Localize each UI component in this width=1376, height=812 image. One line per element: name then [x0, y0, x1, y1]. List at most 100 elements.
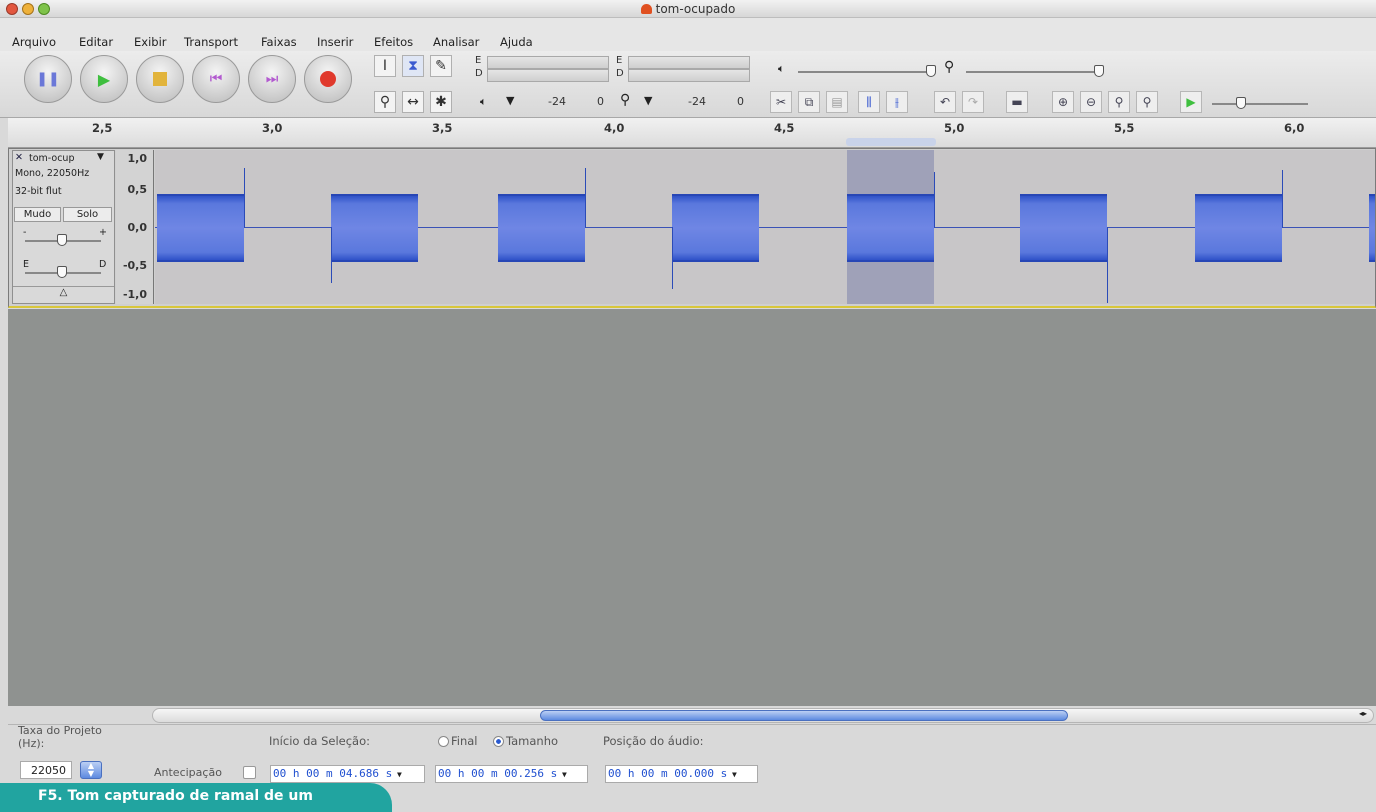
waveform-spike — [1282, 170, 1283, 228]
speaker-icon: 🔈︎ — [480, 95, 487, 108]
play-at-speed-button[interactable]: ▶ — [1180, 91, 1202, 113]
menu-arquivo[interactable]: Arquivo — [12, 35, 56, 49]
ruler-label: 6,0 — [1284, 121, 1305, 135]
input-volume-slider[interactable] — [966, 71, 1102, 73]
menu-faixas[interactable]: Faixas — [261, 35, 297, 49]
track-format: Mono, 22050Hz — [15, 168, 90, 179]
project-rate-input[interactable]: 22050 — [20, 761, 72, 779]
sync-lock-icon: ▬ — [1011, 95, 1023, 109]
menu-inserir[interactable]: Inserir — [317, 35, 353, 49]
microphone-icon: ⚲ — [620, 92, 631, 108]
zoom-tool[interactable]: ⚲ — [374, 91, 396, 113]
length-radio-label: Tamanho — [506, 734, 559, 748]
arrows-horizontal-icon: ↔ — [407, 94, 419, 110]
selection-length-value: 00 h 00 m 00.256 s — [438, 767, 558, 780]
gain-minus-label: - — [23, 227, 27, 238]
gain-knob[interactable] — [57, 234, 67, 246]
menu-editar[interactable]: Editar — [79, 35, 113, 49]
playback-meter-dropdown[interactable]: ▼ — [506, 94, 514, 107]
timeline-ruler[interactable]: 2,5 3,0 3,5 4,0 4,5 5,0 5,5 6,0 — [8, 118, 1376, 148]
amplitude-scale: 1,0 0,5 0,0 -0,5 -1,0 — [116, 150, 154, 304]
record-meter-dropdown[interactable]: ▼ — [644, 94, 652, 107]
menu-analisar[interactable]: Analisar — [433, 35, 479, 49]
pause-button[interactable]: ❚❚ — [24, 55, 72, 103]
asterisk-icon: ✱ — [435, 94, 447, 110]
draw-tool[interactable]: ✎ — [430, 55, 452, 77]
menu-ajuda[interactable]: Ajuda — [500, 35, 533, 49]
skip-start-button[interactable]: ⏮ — [192, 55, 240, 103]
playback-meter-right — [487, 69, 609, 82]
skip-end-button[interactable]: ⏭ — [248, 55, 296, 103]
project-rate-label: Taxa do Projeto (Hz): — [18, 724, 102, 750]
selection-start-field[interactable]: 00 h 00 m 04.686 s ▼ — [270, 765, 425, 783]
menu-transport[interactable]: Transport — [184, 35, 238, 49]
collapse-track-button[interactable]: △ — [13, 286, 114, 303]
project-rate-dropdown[interactable]: ▲ ▼ — [80, 761, 102, 779]
scroll-arrows-icon[interactable]: ◂▸ — [1359, 709, 1367, 718]
envelope-tool[interactable]: ⧗ — [402, 55, 424, 77]
end-radio[interactable]: Final — [438, 734, 478, 748]
selection-tool[interactable]: I — [374, 55, 396, 77]
horizontal-scrollbar[interactable]: ◂▸ — [152, 708, 1374, 723]
toolbars: ❚❚ ▶ ⏮ ⏭ I ⧗ ✎ ⚲ ↔ ✱ E D E D 🔈︎ ▼ -24 0 … — [0, 51, 1376, 118]
timeshift-tool[interactable]: ↔ — [402, 91, 424, 113]
waveform-area[interactable] — [155, 150, 1375, 304]
play-speed-slider[interactable] — [1212, 103, 1308, 105]
menu-efeitos[interactable]: Efeitos — [374, 35, 413, 49]
output-volume-knob[interactable] — [926, 65, 936, 77]
redo-button[interactable]: ↷ — [962, 91, 984, 113]
cut-button[interactable]: ✂ — [770, 91, 792, 113]
scale-label: 0,0 — [127, 221, 148, 234]
waveform-burst — [1020, 194, 1107, 262]
fit-project-button[interactable]: ⚲ — [1136, 91, 1158, 113]
track-name-row: ✕ tom-ocup ▼ — [15, 152, 112, 166]
track-close-button[interactable]: ✕ — [15, 152, 23, 163]
solo-button[interactable]: Solo — [63, 207, 112, 222]
record-button[interactable] — [304, 55, 352, 103]
empty-track-area[interactable] — [8, 309, 1376, 706]
snap-checkbox[interactable] — [243, 766, 256, 779]
track-bitdepth: 32-bit flut — [15, 186, 62, 197]
paste-button[interactable]: ▤ — [826, 91, 848, 113]
mute-button[interactable]: Mudo — [14, 207, 61, 222]
fit-project-icon: ⚲ — [1142, 95, 1152, 109]
play-button[interactable]: ▶ — [80, 55, 128, 103]
pencil-icon: ✎ — [435, 58, 447, 74]
fit-selection-button[interactable]: ⚲ — [1108, 91, 1130, 113]
silence-button[interactable]: ⫲ — [886, 91, 908, 113]
stop-button[interactable] — [136, 55, 184, 103]
horizontal-scroll-thumb[interactable] — [540, 710, 1068, 721]
zoom-in-button[interactable]: ⊕ — [1052, 91, 1074, 113]
multi-tool[interactable]: ✱ — [430, 91, 452, 113]
waveform-spike — [331, 227, 332, 283]
scale-label: -0,5 — [122, 259, 147, 272]
sync-lock-button[interactable]: ▬ — [1006, 91, 1028, 113]
track-menu-dropdown[interactable]: ▼ — [97, 152, 104, 162]
fit-selection-icon: ⚲ — [1114, 95, 1124, 109]
ruler-selection-marker — [846, 138, 936, 146]
audio-position-field[interactable]: 00 h 00 m 00.000 s ▼ — [605, 765, 758, 783]
menu-exibir[interactable]: Exibir — [134, 35, 167, 49]
zoom-out-button[interactable]: ⊖ — [1080, 91, 1102, 113]
trim-button[interactable]: ⫼ — [858, 91, 880, 113]
track-control-panel: ✕ tom-ocup ▼ Mono, 22050Hz 32-bit flut M… — [12, 150, 115, 304]
record-min-label: -24 — [688, 95, 706, 108]
scale-label: -1,0 — [122, 288, 147, 301]
waveform-spike — [934, 172, 935, 228]
ruler-label: 5,5 — [1114, 121, 1135, 135]
pan-knob[interactable] — [57, 266, 67, 278]
silence-icon: ⫲ — [895, 94, 899, 109]
selection-length-field[interactable]: 00 h 00 m 00.256 s ▼ — [435, 765, 588, 783]
input-volume-knob[interactable] — [1094, 65, 1104, 77]
output-volume-icon: 🔈︎ — [778, 62, 785, 75]
chevron-down-icon: ▼ — [392, 770, 402, 779]
input-volume-icon: ⚲ — [944, 59, 955, 75]
record-icon — [320, 71, 336, 87]
length-radio[interactable]: Tamanho — [493, 734, 558, 748]
undo-button[interactable]: ↶ — [934, 91, 956, 113]
play-speed-knob[interactable] — [1236, 97, 1246, 109]
output-volume-slider[interactable] — [798, 71, 934, 73]
meter-right-label: D — [475, 68, 483, 79]
track-name: tom-ocup — [29, 153, 75, 164]
copy-button[interactable]: ⧉ — [798, 91, 820, 113]
